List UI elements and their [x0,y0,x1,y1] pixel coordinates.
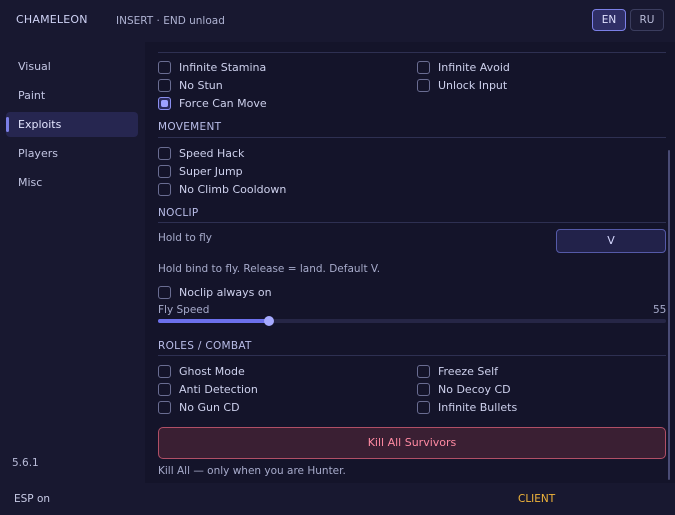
checkbox-infinite-bullets[interactable]: Infinite Bullets [417,399,517,415]
fly-speed-label: Fly Speed [158,304,210,316]
sidebar-item-exploits[interactable]: Exploits [6,112,138,137]
checkbox-infinite-stamina[interactable]: Infinite Stamina [158,59,266,75]
checkbox-box[interactable] [158,382,171,396]
checkbox-unlock-input[interactable]: Unlock Input [417,77,507,93]
kill-all-note: Kill All — only when you are Hunter. [158,465,346,477]
checkbox-label: Anti Detection [179,382,258,396]
checkbox-anti-detection[interactable]: Anti Detection [158,381,258,397]
divider [158,52,666,53]
fly-speed-slider[interactable] [158,316,666,326]
checkbox-box[interactable] [158,400,171,414]
checkbox-label: Force Can Move [179,96,267,110]
exploits-panel: Infinite Stamina Infinite Avoid No Stun … [145,42,675,483]
checkbox-label: Super Jump [179,164,243,178]
language-en-button[interactable]: EN [592,9,626,31]
app-title: CHAMELEON [16,13,88,26]
checkbox-no-decoy-cd[interactable]: No Decoy CD [417,381,511,397]
slider-handle[interactable] [263,316,274,326]
checkbox-ghost-mode[interactable]: Ghost Mode [158,363,245,379]
divider [158,355,666,356]
sidebar-item-misc[interactable]: Misc [6,170,138,195]
checkbox-box[interactable] [158,285,171,299]
sidebar: Visual Paint Exploits Players Misc [0,42,145,483]
checkbox-label: No Gun CD [179,400,240,414]
sidebar-item-paint[interactable]: Paint [6,83,138,108]
checkbox-box[interactable] [158,78,171,92]
checkbox-box[interactable] [158,164,171,178]
status-bar: ESP on CLIENT [0,483,675,515]
checkbox-box[interactable] [417,78,430,92]
checkbox-label: Ghost Mode [179,364,245,378]
title-bar: CHAMELEON INSERT · END unload EN RU [0,0,675,42]
checkbox-no-stun[interactable]: No Stun [158,77,223,93]
noclip-help-text: Hold bind to fly. Release = land. Defaul… [158,263,381,275]
checkbox-box-checked[interactable] [158,96,171,110]
checkbox-box[interactable] [417,382,430,396]
noclip-keybind-button[interactable]: V [556,229,666,253]
checkbox-label: No Climb Cooldown [179,182,287,196]
mode-status: CLIENT [518,493,556,505]
language-ru-button[interactable]: RU [630,9,664,31]
section-title-movement: MOVEMENT [158,121,222,133]
checkbox-box[interactable] [158,182,171,196]
hotkey-hint: INSERT · END unload [116,15,225,27]
sidebar-item-visual[interactable]: Visual [6,54,138,79]
checkbox-label: Infinite Stamina [179,60,267,74]
checkbox-noclip-always-on[interactable]: Noclip always on [158,284,272,300]
checkbox-label: Infinite Avoid [438,60,510,74]
checkbox-force-can-move[interactable]: Force Can Move [158,95,267,111]
checkbox-box[interactable] [417,364,430,378]
hold-to-fly-label: Hold to fly [158,232,212,244]
checkbox-label: No Decoy CD [438,382,511,396]
checkbox-label: No Stun [179,78,223,92]
checkbox-speed-hack[interactable]: Speed Hack [158,145,244,161]
divider [158,137,666,138]
section-title-roles-combat: ROLES / COMBAT [158,340,252,352]
checkbox-infinite-avoid[interactable]: Infinite Avoid [417,59,510,75]
checkbox-label: Noclip always on [179,285,272,299]
checkbox-label: Freeze Self [438,364,499,378]
scrollbar[interactable] [668,150,670,480]
checkbox-label: Unlock Input [438,78,508,92]
fly-speed-value: 55 [653,304,667,316]
checkbox-box[interactable] [417,400,430,414]
checkbox-no-gun-cd[interactable]: No Gun CD [158,399,240,415]
checkbox-freeze-self[interactable]: Freeze Self [417,363,498,379]
esp-status: ESP on [14,493,51,505]
version-label: 5.6.1 [12,457,39,469]
checkbox-box[interactable] [158,364,171,378]
section-title-noclip: NOCLIP [158,207,199,219]
checkbox-no-climb-cooldown[interactable]: No Climb Cooldown [158,181,286,197]
slider-fill [158,319,269,323]
checkbox-box[interactable] [417,60,430,74]
checkbox-label: Speed Hack [179,146,245,160]
checkbox-super-jump[interactable]: Super Jump [158,163,243,179]
sidebar-item-players[interactable]: Players [6,141,138,166]
checkbox-box[interactable] [158,146,171,160]
checkbox-label: Infinite Bullets [438,400,518,414]
checkbox-box[interactable] [158,60,171,74]
kill-all-survivors-button[interactable]: Kill All Survivors [158,427,666,459]
divider [158,222,666,223]
